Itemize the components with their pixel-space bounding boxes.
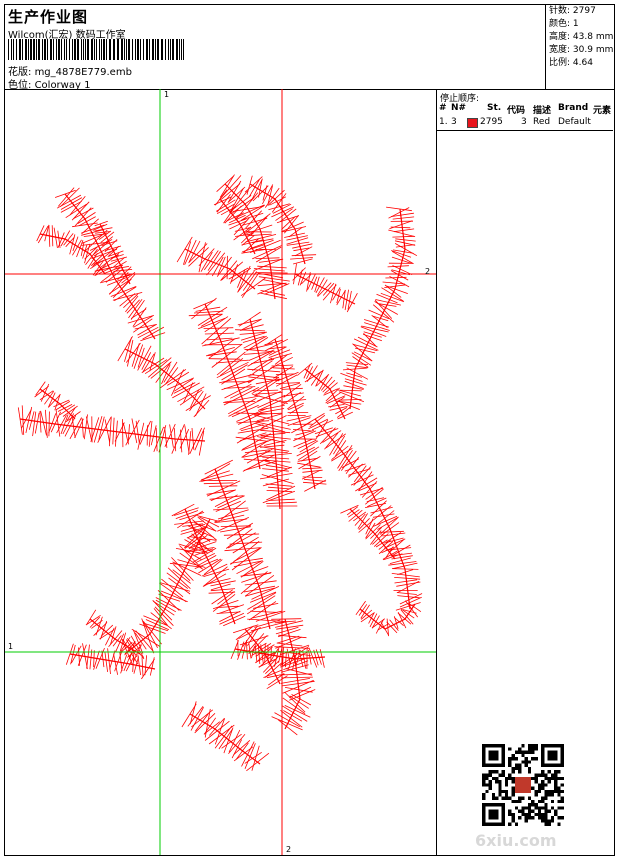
barcode-image bbox=[8, 39, 184, 60]
stat-height: 高度: 43.8 mm bbox=[549, 32, 614, 42]
stitch-layer bbox=[17, 174, 423, 772]
col-code: 代码 bbox=[507, 106, 526, 116]
row-code: 3 bbox=[521, 117, 527, 127]
page-title: 生产作业图 bbox=[8, 8, 89, 26]
embroidery-preview: 1 2 1 2 bbox=[5, 89, 436, 855]
axis-marker-bottom: 2 bbox=[286, 845, 292, 854]
col-hash: # bbox=[439, 103, 447, 113]
qr-code bbox=[482, 744, 564, 826]
row-index: 1. bbox=[439, 117, 448, 127]
embroidery-design bbox=[5, 89, 436, 855]
stat-width: 宽度: 30.9 mm bbox=[549, 45, 614, 55]
watermark-logo: 6xiu.com bbox=[475, 831, 557, 850]
design-stats: 针数: 2797 颜色: 1 高度: 43.8 mm 宽度: 30.9 mm 比… bbox=[545, 5, 614, 89]
axis-marker-left: 1 bbox=[8, 642, 14, 651]
row-description: Red bbox=[533, 117, 551, 127]
row-stitches: 2795 bbox=[480, 117, 503, 127]
table-row: 1. 3 2795 3 Red Default bbox=[437, 117, 613, 131]
stat-scale: 比例: 4.64 bbox=[549, 58, 593, 68]
axis-marker-top: 1 bbox=[164, 90, 170, 99]
col-element: 元素 bbox=[593, 106, 612, 116]
col-brand: Brand bbox=[558, 103, 589, 113]
stop-sequence-header: # N# St. 代码 描述 Brand 元素 bbox=[437, 103, 613, 116]
row-brand: Default bbox=[558, 117, 591, 127]
col-description: 描述 bbox=[533, 106, 552, 116]
production-worksheet: 生产作业图 Wilcom(汇宏) 数码工作室 花版: mg_4878E779.e… bbox=[4, 4, 615, 856]
col-stitches: St. bbox=[487, 103, 502, 113]
stop-sequence-panel: 停止顺序: # N# St. 代码 描述 Brand 元素 1. 3 2795 … bbox=[436, 89, 614, 855]
worksheet-header: 生产作业图 Wilcom(汇宏) 数码工作室 花版: mg_4878E779.e… bbox=[5, 5, 614, 91]
stat-colors: 颜色: 1 bbox=[549, 19, 579, 29]
row-needle: 3 bbox=[451, 117, 457, 127]
stat-stitches: 针数: 2797 bbox=[549, 6, 596, 16]
col-needle: N# bbox=[451, 103, 467, 113]
thread-color-swatch bbox=[467, 118, 478, 128]
axis-marker-right: 2 bbox=[425, 267, 431, 276]
